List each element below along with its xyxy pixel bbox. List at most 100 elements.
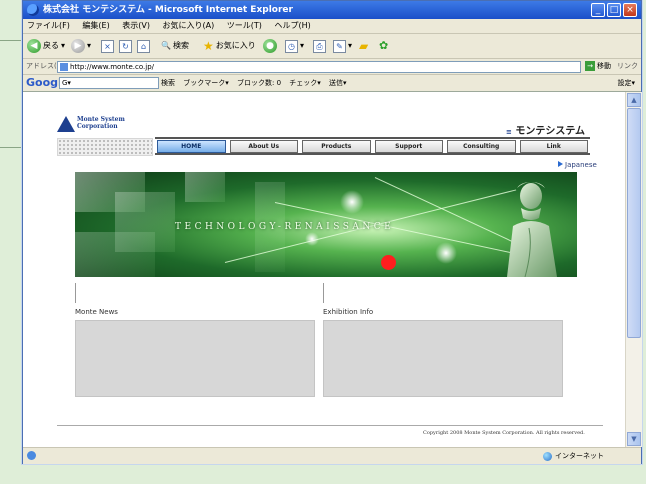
- exhibition-info-box: [323, 320, 563, 397]
- send-button[interactable]: 送信▾: [329, 79, 347, 87]
- logo-mark-icon: [57, 116, 75, 132]
- menu-favorites[interactable]: お気に入り(A): [163, 21, 215, 30]
- refresh-icon: ↻: [119, 39, 132, 53]
- site-nav: HOME About Us Products Support Consultin…: [155, 137, 590, 155]
- nav-products[interactable]: Products: [302, 139, 371, 153]
- star-icon: ★: [203, 39, 214, 53]
- red-marker-dot: [381, 255, 396, 270]
- menu-edit[interactable]: 編集(E): [82, 21, 109, 30]
- site-logo[interactable]: Monte System Corporation: [57, 116, 177, 136]
- window-title: 株式会社 モンテシステム - Microsoft Internet Explor…: [43, 5, 293, 15]
- popup-blocker-count[interactable]: ブロック数: 0: [237, 79, 281, 87]
- standard-toolbar: ◀ 戻る ▾ ▶ ▾ × ↻ ⌂ 🔍 検索 ★ お気に入り ● ◷ ▾ ⎙ ✎ ▾ ▰ …: [23, 34, 641, 59]
- nav-consulting[interactable]: Consulting: [447, 139, 516, 153]
- banner-flare: [340, 190, 364, 214]
- banner-block: [75, 232, 155, 277]
- minimize-button[interactable]: _: [591, 3, 605, 17]
- media-button[interactable]: ●: [263, 38, 277, 54]
- vertical-scrollbar[interactable]: ▲ ▼: [625, 92, 642, 447]
- address-input[interactable]: http://www.monte.co.jp/: [57, 61, 581, 73]
- print-button[interactable]: ⎙: [313, 38, 326, 54]
- globe-icon: [543, 451, 552, 461]
- monte-news-box: [75, 320, 315, 397]
- brand-name: ≡ モンテシステム: [506, 122, 585, 137]
- nav-home[interactable]: HOME: [157, 139, 226, 153]
- language-link[interactable]: Japanese: [558, 161, 597, 169]
- nav-support[interactable]: Support: [374, 139, 443, 153]
- favorites-label: お気に入り: [215, 41, 256, 50]
- media-icon: ●: [263, 39, 277, 53]
- google-settings-button[interactable]: 設定▾: [617, 75, 635, 91]
- logo-line-2: Corporation: [77, 123, 118, 130]
- page-viewport: Monte System Corporation ≡ モンテシステム HOME …: [23, 92, 625, 447]
- home-icon: ⌂: [137, 39, 150, 53]
- security-zone: インターネット: [543, 448, 604, 464]
- banner-tagline: TECHNOLOGY-RENAISSANCE: [175, 222, 395, 232]
- favorites-button[interactable]: ★ お気に入り: [203, 38, 256, 54]
- hero-banner: TECHNOLOGY-RENAISSANCE: [75, 172, 577, 277]
- language-label: Japanese: [565, 161, 597, 169]
- section-divider: [323, 283, 324, 303]
- menu-help[interactable]: ヘルプ(H): [274, 21, 310, 30]
- nav-link[interactable]: Link: [519, 139, 588, 153]
- address-url: http://www.monte.co.jp/: [70, 63, 154, 71]
- google-bookmark-button[interactable]: ブックマーク▾: [183, 79, 229, 87]
- scroll-up-button[interactable]: ▲: [627, 93, 641, 107]
- google-search-input[interactable]: G▾: [59, 77, 159, 89]
- close-button[interactable]: ×: [623, 3, 637, 17]
- exhibition-info-heading: Exhibition Info: [323, 308, 374, 316]
- google-search-button[interactable]: 検索: [161, 79, 175, 87]
- nav-dot-pattern: [57, 138, 153, 156]
- back-label: 戻る: [43, 41, 59, 50]
- history-button[interactable]: ◷ ▾: [285, 38, 304, 54]
- search-label: 検索: [172, 41, 189, 50]
- banner-block: [185, 172, 225, 202]
- search-button[interactable]: 🔍 検索: [161, 38, 189, 54]
- google-toolbar: Google G▾ 検索 ブックマーク▾ ブロック数: 0 チェック▾ 送信▾ …: [23, 75, 641, 92]
- messenger-icon: ✿: [379, 39, 389, 52]
- edit-button[interactable]: ✎ ▾: [333, 38, 352, 54]
- page-status-icon: [27, 451, 36, 460]
- forward-button[interactable]: ▶ ▾: [71, 38, 91, 54]
- links-label[interactable]: リンク: [617, 59, 638, 74]
- logo-text: Monte System Corporation: [77, 116, 125, 130]
- footer-divider: [57, 425, 603, 426]
- section-divider: [75, 283, 76, 303]
- status-bar: インターネット: [23, 447, 641, 464]
- nav-about-us[interactable]: About Us: [229, 139, 298, 153]
- brand-mark-icon: ≡: [506, 128, 512, 136]
- menu-tools[interactable]: ツール(T): [227, 21, 262, 30]
- arrow-right-icon: [558, 161, 563, 167]
- go-arrow-icon: →: [585, 61, 595, 71]
- spell-check-button[interactable]: チェック▾: [289, 79, 321, 87]
- browser-window: 株式会社 モンテシステム - Microsoft Internet Explor…: [22, 0, 642, 464]
- page-icon: [60, 63, 68, 71]
- history-icon: ◷: [285, 39, 298, 53]
- back-arrow-icon: ◀: [27, 39, 41, 53]
- menu-bar: ファイル(F) 編集(E) 表示(V) お気に入り(A) ツール(T) ヘルプ(…: [23, 19, 641, 34]
- search-icon: 🔍: [161, 41, 171, 50]
- print-icon: ⎙: [313, 39, 326, 53]
- folder-button[interactable]: ▰: [359, 38, 368, 54]
- title-bar[interactable]: 株式会社 モンテシステム - Microsoft Internet Explor…: [23, 1, 641, 19]
- forward-arrow-icon: ▶: [71, 39, 85, 53]
- go-label: 移動: [597, 62, 611, 70]
- banner-flare: [435, 242, 457, 264]
- edit-icon: ✎: [333, 39, 346, 53]
- menu-view[interactable]: 表示(V): [122, 21, 150, 30]
- brand-name-text: モンテシステム: [515, 126, 586, 137]
- messenger-button[interactable]: ✿: [379, 38, 388, 54]
- home-button[interactable]: ⌂: [137, 38, 150, 54]
- address-bar: アドレス(D) http://www.monte.co.jp/ → 移動 リンク: [23, 59, 641, 75]
- maximize-button[interactable]: □: [607, 3, 621, 17]
- menu-file[interactable]: ファイル(F): [27, 21, 70, 30]
- scroll-down-button[interactable]: ▼: [627, 432, 641, 446]
- folder-icon: ▰: [359, 39, 369, 53]
- monte-news-heading: Monte News: [75, 308, 118, 316]
- ie-logo-icon: [27, 4, 39, 16]
- stop-button[interactable]: ×: [101, 38, 114, 54]
- scroll-thumb[interactable]: [627, 108, 641, 338]
- back-button[interactable]: ◀ 戻る ▾: [27, 38, 65, 54]
- go-button[interactable]: → 移動: [585, 60, 611, 72]
- refresh-button[interactable]: ↻: [119, 38, 132, 54]
